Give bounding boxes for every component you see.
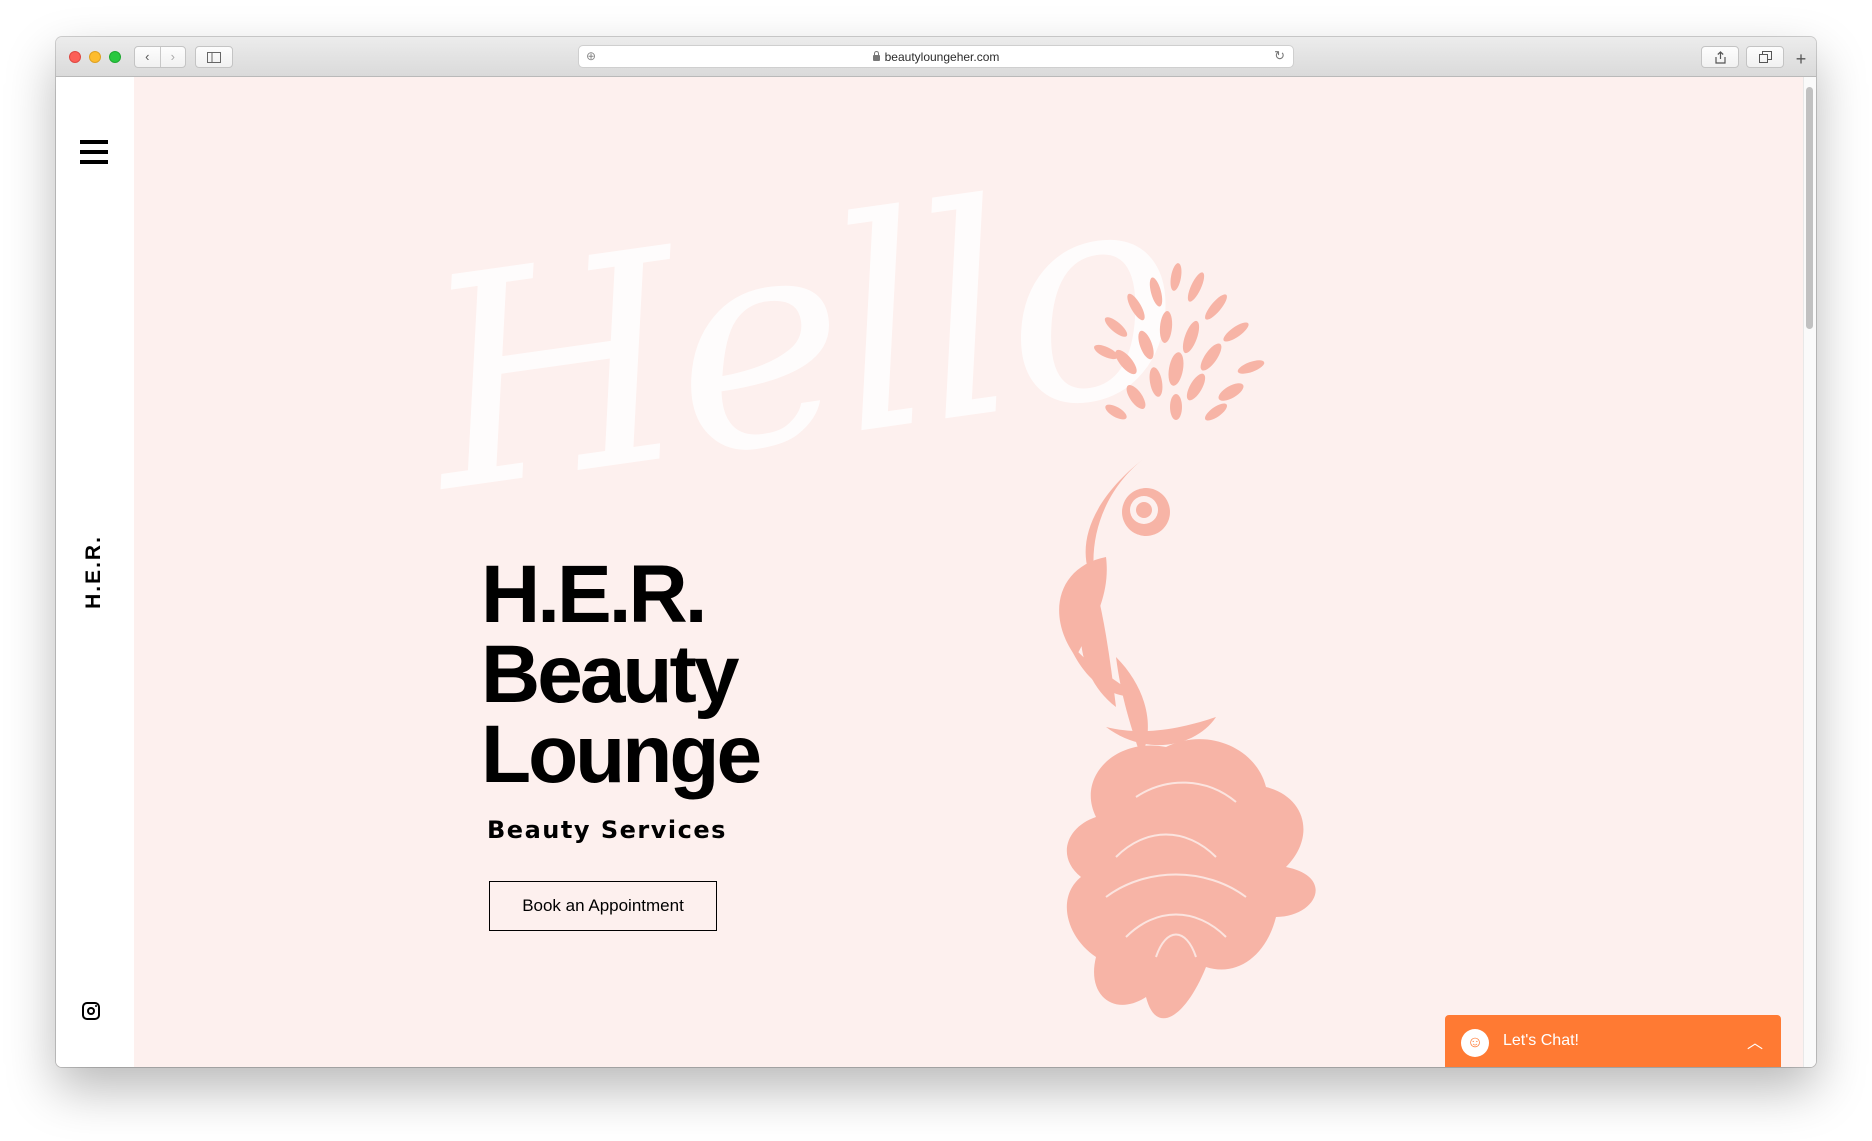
hero-title-line-1: H.E.R. <box>481 549 707 640</box>
hero-subtitle: Beauty Services <box>487 816 727 844</box>
sidebar-toggle-button[interactable] <box>195 46 233 68</box>
show-tabs-button[interactable] <box>1746 46 1784 68</box>
browser-window: ‹ › ⊕ beautyloungeher.com ↻ + H.E.R. Hel… <box>56 37 1816 1067</box>
site-settings-icon[interactable]: ⊕ <box>586 49 596 63</box>
chat-smiley-icon: ☺ <box>1461 1029 1489 1057</box>
page-scrollbar[interactable] <box>1803 77 1816 1067</box>
left-sidebar: H.E.R. <box>56 77 134 1067</box>
new-tab-plus-icon[interactable]: + <box>1791 49 1811 69</box>
sidebar-icon <box>207 51 221 63</box>
book-appointment-button[interactable]: Book an Appointment <box>489 881 717 931</box>
floral-illustration <box>1059 263 1316 1019</box>
url-text: beautyloungeher.com <box>884 49 1000 64</box>
close-window-button[interactable] <box>69 51 81 63</box>
minimize-window-button[interactable] <box>89 51 101 63</box>
tabs-icon <box>1758 51 1772 63</box>
forward-button[interactable]: › <box>159 47 186 67</box>
chat-widget[interactable]: ☺ Let's Chat! ︿ <box>1445 1015 1781 1067</box>
nav-button-group: ‹ › <box>134 46 186 68</box>
web-page: H.E.R. Hello H.E.R. Beauty Lounge Beauty… <box>56 77 1816 1067</box>
menu-hamburger-icon[interactable] <box>80 140 108 164</box>
hero-title-line-2: Beauty <box>481 629 739 720</box>
hero-title-line-3: Lounge <box>481 709 762 800</box>
chat-label: Let's Chat! <box>1503 1032 1579 1049</box>
hero-title: H.E.R. Beauty Lounge <box>481 549 762 800</box>
scrollbar-thumb[interactable] <box>1806 87 1813 329</box>
lock-icon <box>872 50 880 61</box>
site-logo[interactable]: H.E.R. <box>82 535 106 609</box>
back-button[interactable]: ‹ <box>135 47 160 67</box>
address-bar[interactable]: ⊕ beautyloungeher.com ↻ <box>578 45 1294 68</box>
zoom-window-button[interactable] <box>109 51 121 63</box>
reload-icon[interactable]: ↻ <box>1274 48 1285 64</box>
share-button[interactable] <box>1701 46 1739 68</box>
chevron-up-icon[interactable]: ︿ <box>1747 1029 1763 1053</box>
share-icon <box>1714 50 1726 64</box>
instagram-icon[interactable] <box>82 1002 100 1020</box>
browser-toolbar: ‹ › ⊕ beautyloungeher.com ↻ + <box>56 37 1816 77</box>
